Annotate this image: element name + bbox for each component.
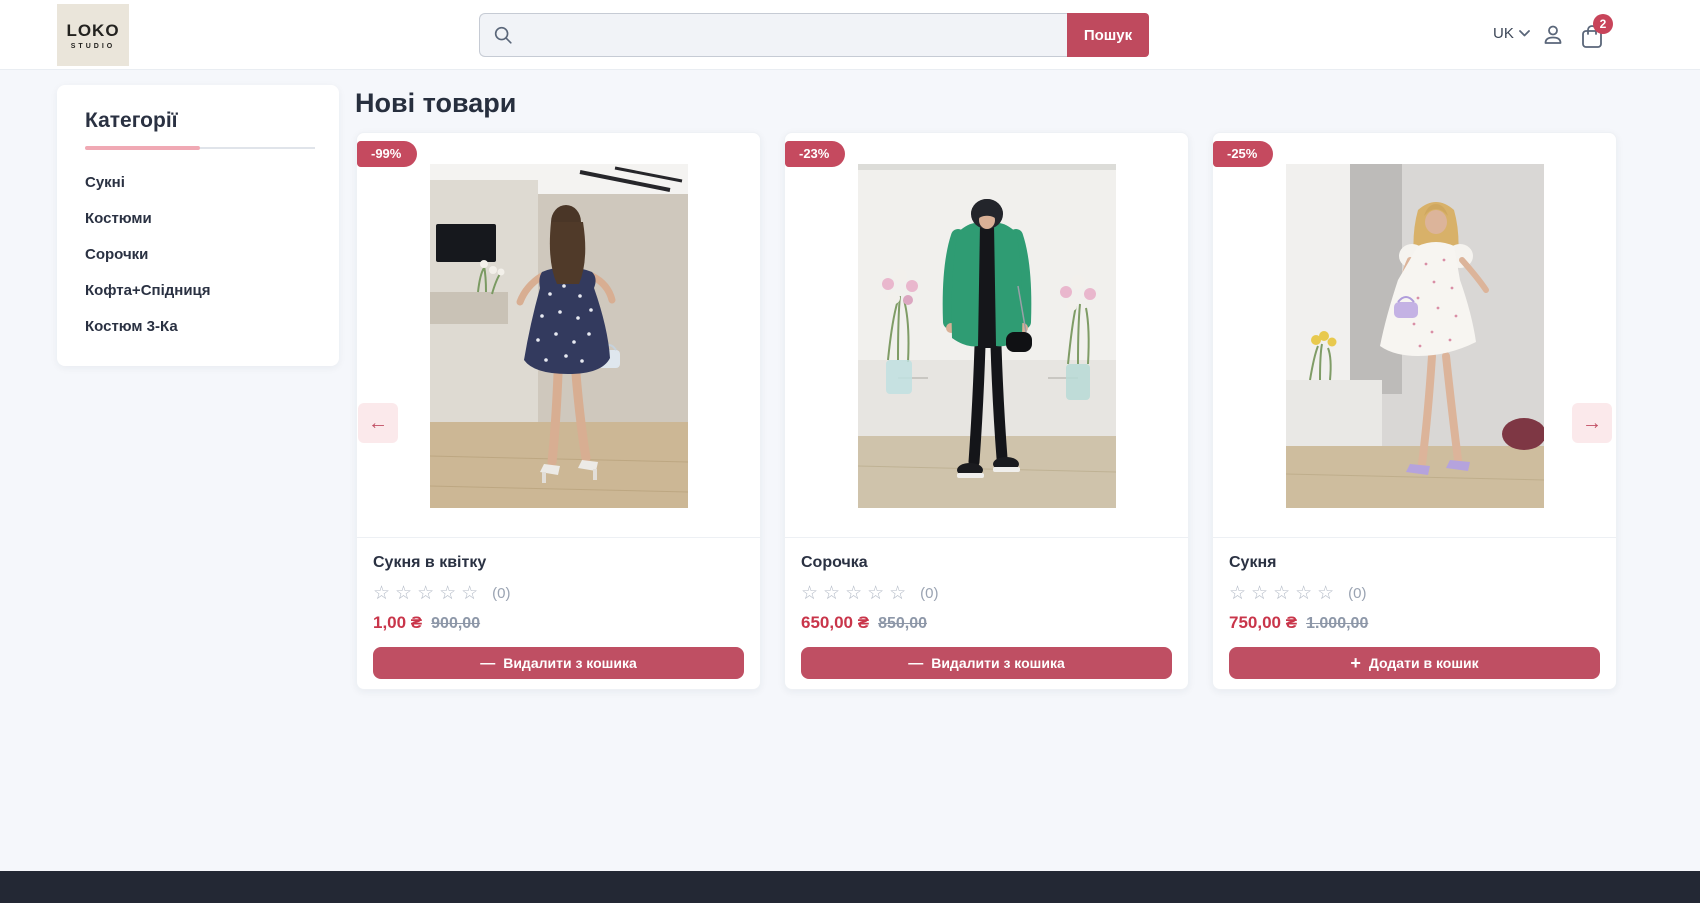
search-input[interactable] [479, 13, 1067, 57]
current-price: 750,00 ₴ [1229, 613, 1297, 633]
old-price: 850,00 [878, 615, 927, 633]
categories-title: Категорії [85, 109, 315, 133]
user-icon [1541, 23, 1565, 47]
language-label: UK [1493, 25, 1514, 42]
logo-text-secondary: STUDIO [71, 43, 115, 50]
old-price: 900,00 [431, 615, 480, 633]
plus-icon: + [1350, 654, 1361, 672]
product-image[interactable] [1286, 164, 1544, 508]
carousel-next-button[interactable]: → [1572, 403, 1612, 443]
add-to-cart-button[interactable]: + Додати в кошик [1229, 647, 1600, 679]
footer [0, 871, 1700, 903]
remove-from-cart-button[interactable]: — Видалити з кошика [373, 647, 744, 679]
carousel-prev-button[interactable]: ← [358, 403, 398, 443]
star-rating-icons: ☆☆☆☆☆ [373, 584, 483, 603]
product-card: -23% [784, 132, 1189, 690]
product-info: Сукня в квітку ☆☆☆☆☆ (0) 1,00 ₴ 900,00 —… [357, 537, 760, 689]
product-grid: -99% [356, 132, 1617, 690]
cart-button[interactable]: 2 [1579, 23, 1605, 53]
price-row: 650,00 ₴ 850,00 [801, 613, 1172, 633]
remove-from-cart-button[interactable]: — Видалити з кошика [801, 647, 1172, 679]
header: LOKO STUDIO Пошук UK 2 [0, 0, 1700, 70]
rating-count: (0) [1348, 585, 1366, 602]
search-button[interactable]: Пошук [1067, 13, 1149, 57]
sidebar-item-dresses[interactable]: Сукні [85, 174, 315, 191]
minus-icon: — [480, 656, 495, 671]
arrow-right-icon: → [1582, 412, 1602, 435]
product-title[interactable]: Сорочка [801, 554, 1172, 572]
product-info: Сукня ☆☆☆☆☆ (0) 750,00 ₴ 1.000,00 + Дода… [1213, 537, 1616, 689]
categories-divider [85, 146, 315, 150]
cart-button-label: Видалити з кошика [931, 655, 1065, 671]
product-card: -99% [356, 132, 761, 690]
arrow-left-icon: ← [368, 412, 388, 435]
product-info: Сорочка ☆☆☆☆☆ (0) 650,00 ₴ 850,00 — Вида… [785, 537, 1188, 689]
search-bar: Пошук [479, 13, 1149, 57]
account-button[interactable] [1541, 23, 1565, 50]
cart-button-label: Видалити з кошика [503, 655, 637, 671]
price-row: 1,00 ₴ 900,00 [373, 613, 744, 633]
sidebar-item-suit-3pc[interactable]: Костюм 3-Ка [85, 318, 315, 335]
discount-badge: -23% [785, 141, 845, 167]
current-price: 1,00 ₴ [373, 613, 422, 633]
cart-count-badge: 2 [1593, 14, 1613, 34]
language-switcher[interactable]: UK [1493, 25, 1530, 42]
product-title[interactable]: Сукня в квітку [373, 554, 744, 572]
cart-button-label: Додати в кошик [1369, 655, 1479, 671]
rating-count: (0) [492, 585, 510, 602]
sidebar-item-suits[interactable]: Костюми [85, 210, 315, 227]
product-title[interactable]: Сукня [1229, 554, 1600, 572]
discount-badge: -25% [1213, 141, 1273, 167]
product-image[interactable] [430, 164, 688, 508]
minus-icon: — [908, 656, 923, 671]
chevron-down-icon [1519, 30, 1530, 37]
product-image[interactable] [858, 164, 1116, 508]
star-rating-icons: ☆☆☆☆☆ [801, 584, 911, 603]
discount-badge: -99% [357, 141, 417, 167]
categories-panel: Категорії Сукні Костюми Сорочки Кофта+Сп… [57, 85, 339, 366]
sidebar-item-shirts[interactable]: Сорочки [85, 246, 315, 263]
category-list: Сукні Костюми Сорочки Кофта+Спідниця Кос… [85, 174, 315, 335]
rating-count: (0) [920, 585, 938, 602]
logo-text-primary: LOKO [66, 21, 119, 41]
old-price: 1.000,00 [1306, 615, 1368, 633]
product-card: -25% [1212, 132, 1617, 690]
product-rating: ☆☆☆☆☆ (0) [1229, 584, 1600, 603]
page-title: Нові товари [355, 88, 516, 119]
current-price: 650,00 ₴ [801, 613, 869, 633]
star-rating-icons: ☆☆☆☆☆ [1229, 584, 1339, 603]
logo[interactable]: LOKO STUDIO [57, 4, 129, 66]
sidebar-item-top-skirt[interactable]: Кофта+Спідниця [85, 282, 315, 299]
product-rating: ☆☆☆☆☆ (0) [801, 584, 1172, 603]
product-rating: ☆☆☆☆☆ (0) [373, 584, 744, 603]
price-row: 750,00 ₴ 1.000,00 [1229, 613, 1600, 633]
